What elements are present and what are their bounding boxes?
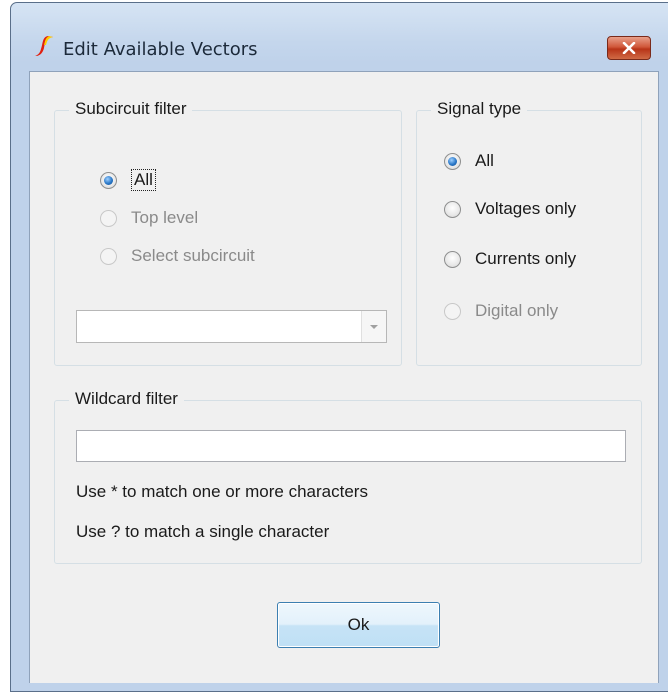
radio-button[interactable] [444,200,461,218]
radio-label-all: All [475,151,494,170]
ok-button[interactable]: Ok [277,602,440,648]
wildcard-filter-input[interactable] [76,430,626,462]
radio-label-voltages-only: Voltages only [475,199,577,218]
subcircuit-combo[interactable] [76,310,387,343]
radio-subcircuit-all[interactable]: All [100,169,156,191]
radio-button[interactable] [444,250,461,268]
radio-signal-currents[interactable]: Currents only [444,249,576,269]
radio-subcircuit-select[interactable]: Select subcircuit [100,246,255,266]
radio-button[interactable] [100,247,117,265]
wildcard-filter-legend: Wildcard filter [69,389,184,409]
subcircuit-filter-legend: Subcircuit filter [69,99,193,119]
radio-label-select-subcircuit: Select subcircuit [131,246,255,265]
radio-signal-all[interactable]: All [444,151,494,171]
radio-signal-voltages[interactable]: Voltages only [444,199,576,219]
radio-button[interactable] [100,209,117,227]
close-button[interactable] [607,36,651,60]
radio-button-selected[interactable] [444,152,461,170]
chevron-down-icon [370,324,378,329]
title-bar[interactable] [11,3,668,41]
signal-type-group: Signal type [416,99,642,366]
combo-dropdown-button[interactable] [361,311,386,342]
radio-button-selected[interactable] [100,171,117,189]
window-title: Edit Available Vectors [63,39,258,60]
radio-button[interactable] [444,302,461,320]
dialog-window: Edit Available Vectors Subcircuit filter… [10,2,668,692]
radio-label-currents-only: Currents only [475,249,577,268]
wildcard-hint-question: Use ? to match a single character [76,522,330,541]
signal-type-legend: Signal type [431,99,528,119]
ok-button-label: Ok [347,615,370,634]
close-x-icon [622,42,636,54]
ltspice-logo-icon [35,36,53,56]
radio-label-top-level: Top level [131,208,199,227]
wildcard-hint-star: Use * to match one or more characters [76,482,368,501]
radio-label-all: All [131,169,156,191]
dialog-client-area: Subcircuit filter All Top level Select s… [29,71,659,683]
radio-subcircuit-top-level[interactable]: Top level [100,208,198,228]
radio-label-digital-only: Digital only [475,301,559,320]
radio-signal-digital[interactable]: Digital only [444,301,558,321]
